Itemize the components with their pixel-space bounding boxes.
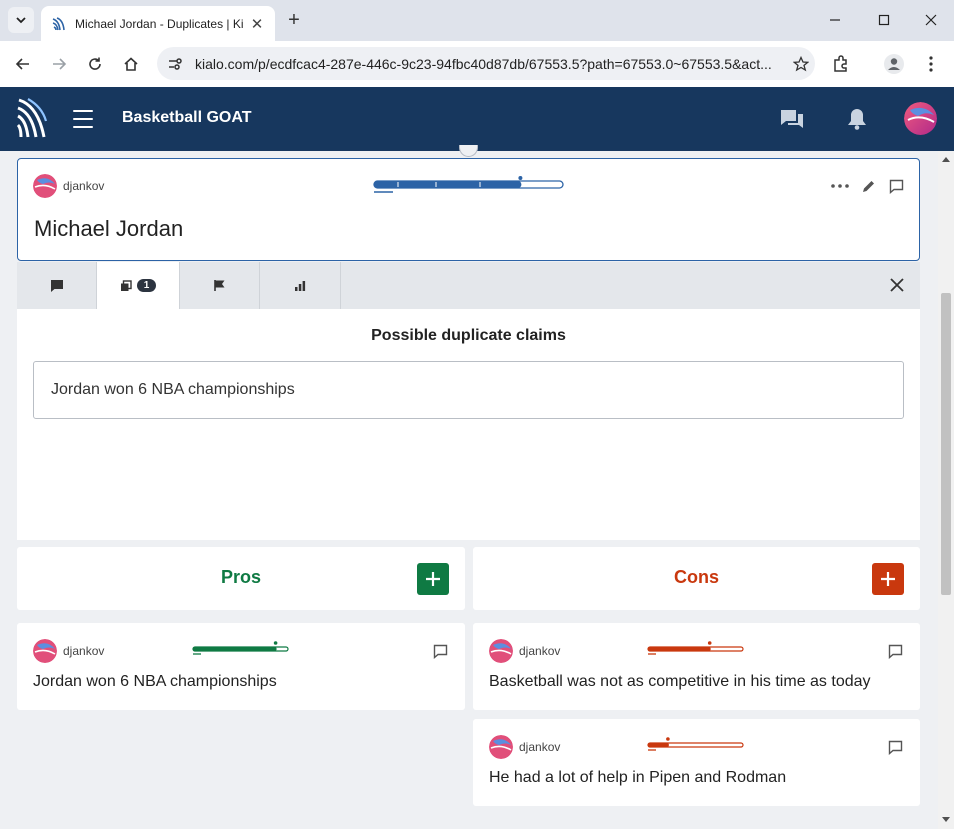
window-close-icon[interactable] [919, 9, 943, 31]
scroll-down-arrow-icon[interactable] [942, 817, 950, 822]
con-argument-card[interactable]: djankov Basketball was not as competitiv… [473, 623, 920, 710]
claim-vote-marker [518, 176, 523, 180]
scrollbar-thumb[interactable] [941, 293, 951, 595]
cons-title: Cons [674, 567, 719, 587]
panel-tabs: 1 [17, 262, 920, 309]
claim-toolbar [831, 177, 905, 195]
tab-duplicates[interactable]: 1 [97, 262, 180, 309]
plus-icon [426, 572, 440, 586]
bar-chart-icon [295, 280, 306, 291]
home-icon[interactable] [119, 52, 143, 76]
comment-icon[interactable] [887, 177, 905, 195]
author-avatar [33, 639, 57, 663]
browser-menu-icon[interactable] [919, 52, 943, 76]
argument-author[interactable]: djankov [33, 639, 104, 663]
profile-icon[interactable] [882, 52, 906, 76]
notification-bell-icon[interactable] [845, 107, 869, 131]
kialo-logo-icon[interactable] [16, 97, 48, 144]
tab-comments[interactable] [17, 262, 97, 309]
back-arrow-icon[interactable] [11, 52, 35, 76]
con-argument-card[interactable]: djankov He had a lot of help in Pipen an… [473, 719, 920, 806]
url-text: kialo.com/p/ecdfcac4-287e-446c-9c23-94fb… [195, 55, 772, 72]
pro-argument-card[interactable]: djankov Jordan won 6 NBA championships [17, 623, 465, 710]
argument-author[interactable]: djankov [489, 735, 560, 759]
con-vote-fill [648, 743, 669, 747]
comment-icon[interactable] [886, 642, 904, 660]
author-name: djankov [63, 644, 105, 658]
con-vote-marker [666, 737, 670, 741]
argument-text[interactable]: Jordan won 6 NBA championships [33, 673, 277, 691]
author-name: djankov [519, 740, 561, 754]
flag-icon [214, 280, 225, 291]
duplicates-icon [120, 279, 132, 291]
claim-vote-fill [374, 181, 522, 188]
claim-text[interactable]: Michael Jordan [34, 216, 183, 242]
author-name: djankov [63, 179, 105, 193]
chat-icon[interactable] [780, 107, 804, 131]
tab-flags[interactable] [180, 262, 260, 309]
author-name: djankov [519, 644, 561, 658]
minimize-icon[interactable] [823, 9, 847, 31]
claim-vote-bar[interactable] [373, 176, 565, 194]
scroll-up-arrow-icon[interactable] [942, 157, 950, 162]
tab-close-icon[interactable]: ✕ [249, 15, 265, 33]
add-con-button[interactable] [872, 563, 904, 595]
pro-vote-marker [273, 641, 278, 645]
claim-details-panel: 1 Possible duplicate claims Jordan won 6… [17, 262, 920, 540]
more-options-icon[interactable] [831, 177, 849, 195]
parent-connector-icon[interactable] [459, 145, 478, 157]
con-vote-bar[interactable] [647, 640, 745, 656]
pros-column-header: Pros [17, 547, 465, 610]
address-bar[interactable]: kialo.com/p/ecdfcac4-287e-446c-9c23-94fb… [157, 47, 815, 80]
edit-pencil-icon[interactable] [859, 177, 877, 195]
tab-title: Michael Jordan - Duplicates | Ki [75, 16, 243, 31]
extensions-icon[interactable] [829, 52, 853, 76]
user-avatar[interactable] [904, 102, 937, 135]
comment-icon[interactable] [886, 738, 904, 756]
chevron-down-icon [16, 17, 26, 24]
cons-column-header: Cons [473, 547, 920, 610]
duplicates-count-badge: 1 [136, 279, 157, 292]
new-tab-button[interactable]: + [283, 9, 305, 31]
menu-hamburger-icon[interactable] [73, 110, 93, 128]
con-vote-fill [648, 647, 711, 651]
maximize-icon[interactable] [872, 9, 896, 31]
author-avatar [489, 735, 513, 759]
discussion-title[interactable]: Basketball GOAT [122, 109, 252, 127]
reload-icon[interactable] [83, 52, 107, 76]
discussion-area[interactable]: djankov Michael Jordan 1 Possible duplic… [0, 145, 938, 829]
con-vote-bar[interactable] [647, 736, 745, 752]
author-avatar [33, 174, 57, 198]
comment-icon [50, 279, 63, 292]
app-header: Basketball GOAT [0, 87, 954, 151]
site-info-icon[interactable] [165, 54, 185, 74]
browser-tab-bar: Michael Jordan - Duplicates | Ki ✕ + [0, 0, 954, 41]
close-panel-icon[interactable] [888, 276, 906, 294]
bookmark-star-icon[interactable] [787, 55, 815, 72]
duplicates-heading: Possible duplicate claims [371, 327, 566, 344]
claim-author[interactable]: djankov [33, 174, 104, 198]
tab-search-button[interactable] [8, 7, 34, 33]
browser-tab[interactable]: Michael Jordan - Duplicates | Ki ✕ [41, 6, 275, 41]
pros-title: Pros [220, 567, 262, 587]
argument-text[interactable]: Basketball was not as competitive in his… [489, 673, 871, 691]
browser-toolbar: kialo.com/p/ecdfcac4-287e-446c-9c23-94fb… [0, 41, 954, 87]
pro-vote-bar[interactable] [192, 640, 290, 656]
pro-vote-fill [193, 647, 277, 651]
forward-arrow-icon[interactable] [47, 52, 71, 76]
tab-statistics[interactable] [260, 262, 341, 309]
author-avatar [489, 639, 513, 663]
plus-icon [881, 572, 895, 586]
argument-author[interactable]: djankov [489, 639, 560, 663]
selected-claim-card[interactable]: djankov Michael Jordan [17, 158, 920, 261]
comment-icon[interactable] [431, 642, 449, 660]
argument-text[interactable]: He had a lot of help in Pipen and Rodman [489, 769, 786, 787]
duplicate-claim-item[interactable]: Jordan won 6 NBA championships [33, 361, 904, 419]
con-vote-marker [707, 641, 712, 645]
add-pro-button[interactable] [417, 563, 449, 595]
kialo-favicon-icon [51, 16, 67, 32]
page-scrollbar[interactable] [938, 151, 954, 829]
